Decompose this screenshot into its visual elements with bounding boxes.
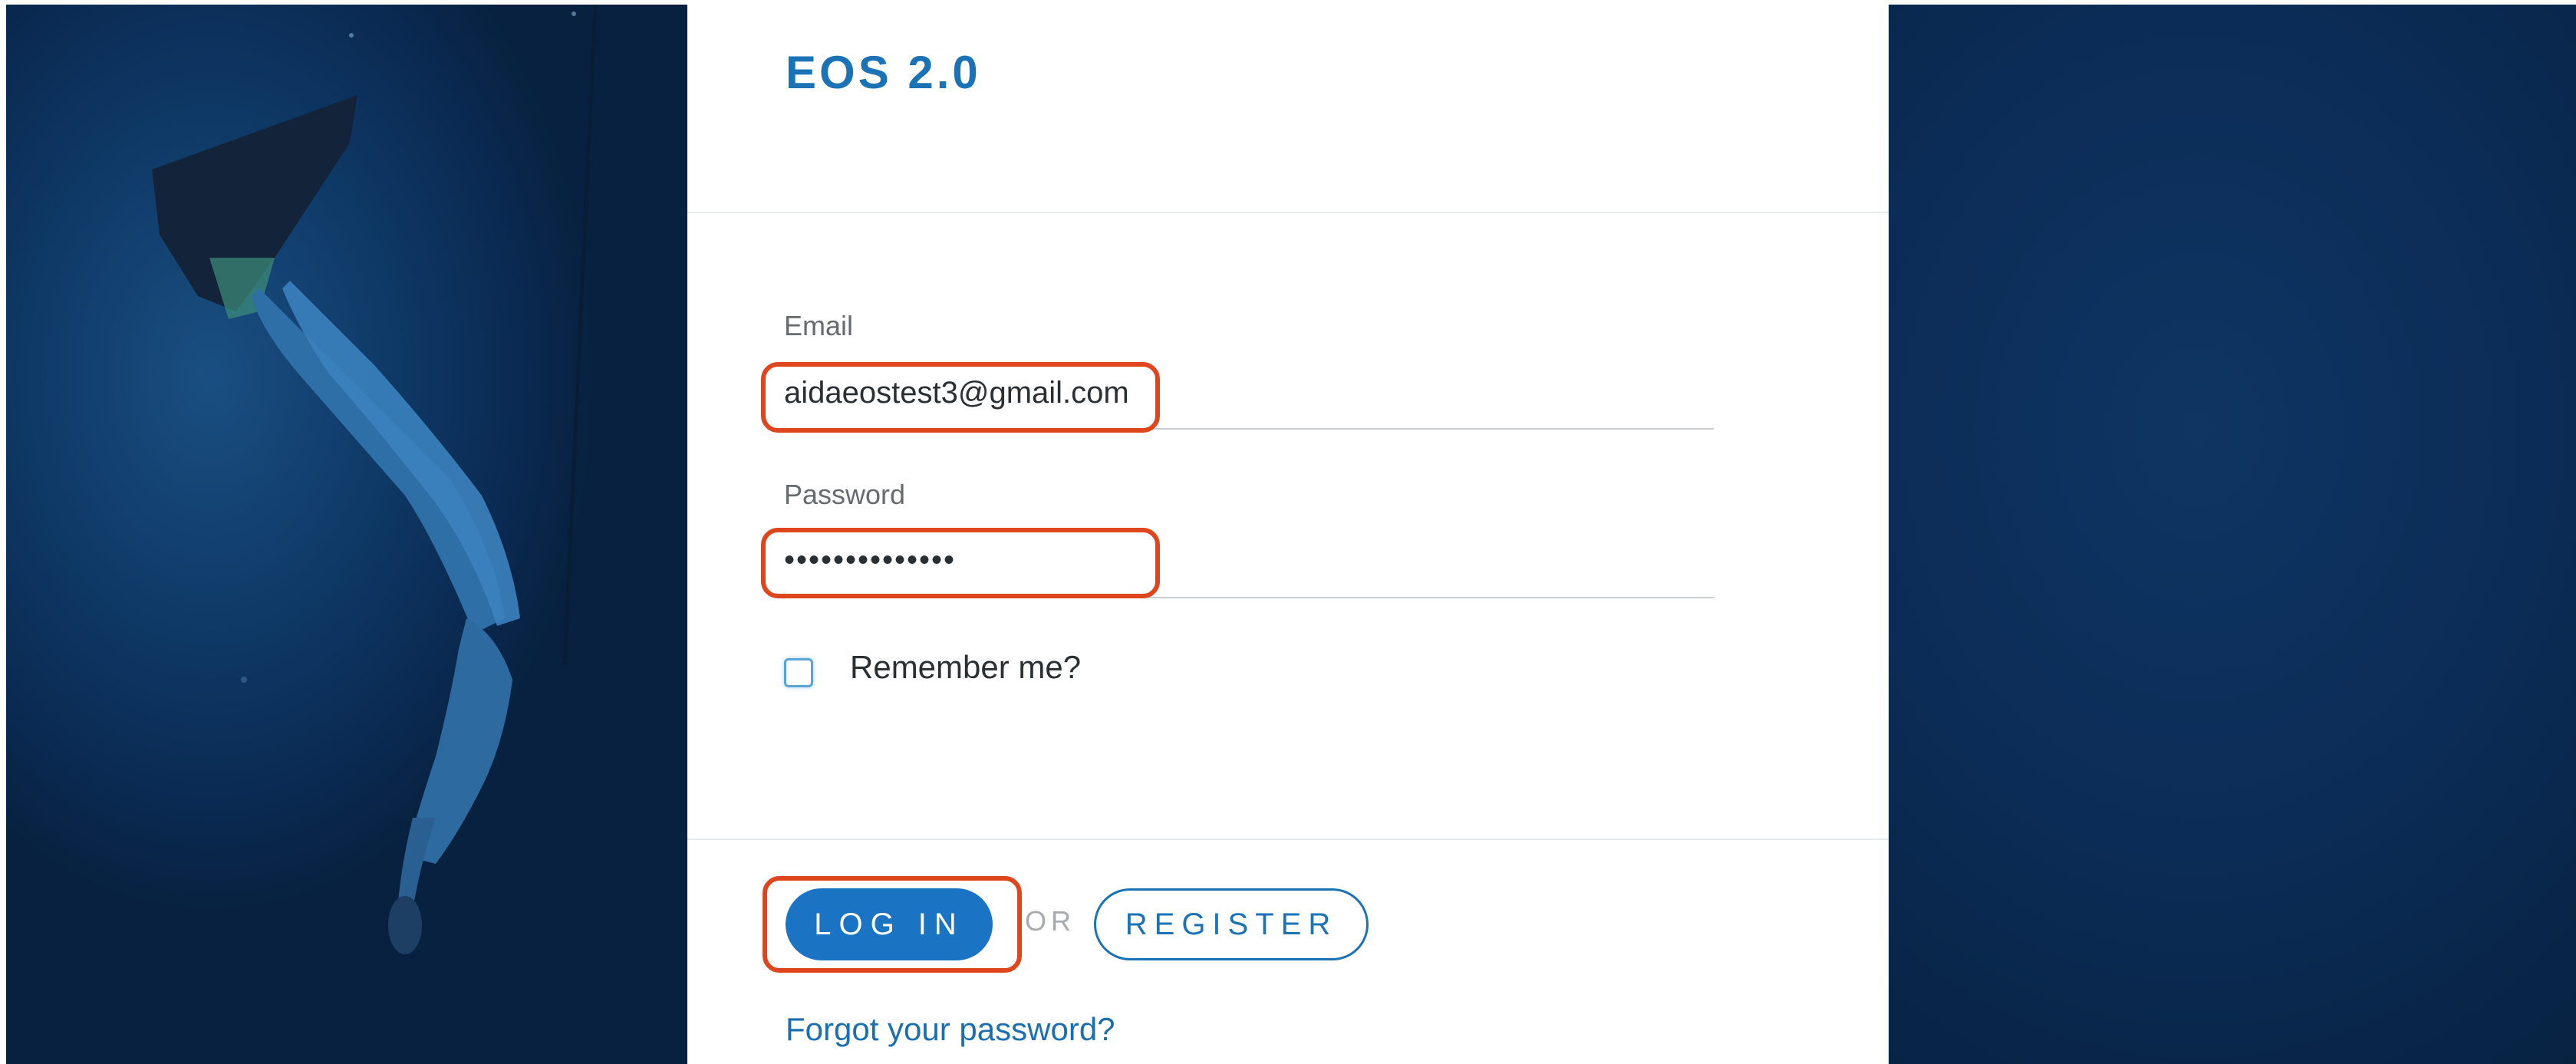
- forgot-password-link[interactable]: Forgot your password?: [786, 1011, 1115, 1048]
- email-label: Email: [784, 310, 854, 341]
- ocean-background-image: [1889, 5, 2576, 1064]
- freediver-background-image: [6, 5, 687, 1064]
- brand-title: EOS 2.0: [786, 47, 981, 98]
- header-divider: [687, 212, 1889, 213]
- email-highlight-annotation: [761, 362, 1160, 433]
- password-label: Password: [784, 479, 906, 510]
- remember-me-label[interactable]: Remember me?: [850, 649, 1081, 686]
- password-highlight-annotation: [761, 528, 1160, 598]
- remember-me-checkbox[interactable]: [784, 658, 813, 687]
- login-highlight-annotation: [763, 876, 1022, 973]
- freediver-illustration: [152, 5, 598, 954]
- register-button[interactable]: REGISTER: [1094, 888, 1369, 960]
- login-panel: EOS 2.0 Email aidaeostest3@gmail.com Pas…: [687, 0, 1889, 1064]
- or-separator: OR: [1025, 905, 1076, 937]
- login-page: EOS 2.0 Email aidaeostest3@gmail.com Pas…: [0, 0, 2576, 1064]
- footer-divider: [687, 838, 1889, 840]
